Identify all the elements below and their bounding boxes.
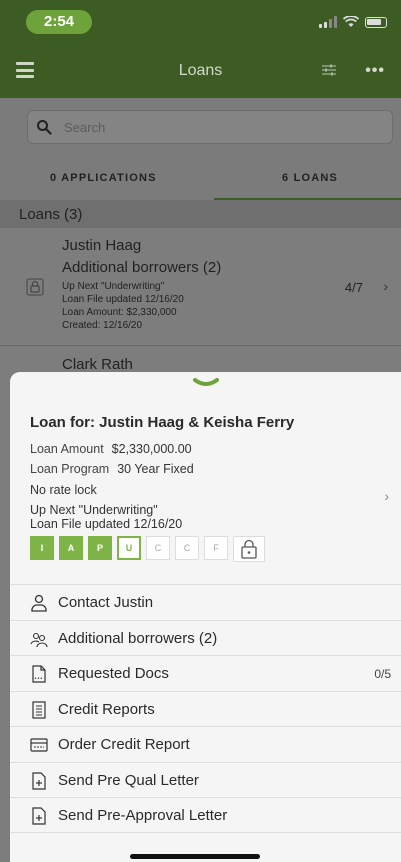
order-credit-report-button[interactable]: Order Credit Report [10, 726, 401, 762]
battery-icon [365, 16, 387, 28]
created-date: Created: 12/16/20 [62, 320, 143, 331]
up-next: Up Next "Underwriting" [30, 503, 158, 517]
file-updated: Loan File updated 12/16/20 [62, 294, 184, 305]
people-icon [30, 632, 48, 647]
tab-loans[interactable]: 6 LOANS [282, 172, 338, 184]
up-next: Up Next "Underwriting" [62, 281, 165, 292]
loan-amount-label: Loan Amount [30, 442, 104, 456]
step-a: A [59, 536, 83, 560]
step-p: P [88, 536, 112, 560]
search-icon [37, 120, 52, 135]
step-c1: C [146, 536, 170, 560]
additional-borrowers: Additional borrowers (2) [62, 259, 222, 276]
person-icon [31, 594, 47, 612]
loan-amount: Loan Amount: $2,330,000 [62, 307, 177, 318]
rate-lock-status: No rate lock [30, 483, 97, 497]
chevron-right-icon[interactable]: › [384, 488, 389, 504]
action-label: Credit Reports [58, 700, 155, 718]
nav-bar: Loans ••• [0, 44, 401, 98]
action-list: Contact Justin Additional borrowers (2) … [10, 584, 401, 833]
loan-program-label: Loan Program [30, 462, 110, 476]
segmented-tabs: 0 APPLICATIONS 6 LOANS [0, 156, 401, 201]
loan-program-value: 30 Year Fixed [117, 462, 194, 476]
chevron-right-icon: › [383, 278, 388, 294]
contact-justin-button[interactable]: Contact Justin [10, 584, 401, 620]
section-header: Loans (3) [0, 200, 401, 228]
page-title: Loans [178, 62, 223, 79]
card-icon [30, 738, 48, 752]
docs-count: 0/5 [374, 667, 391, 681]
signal-icon [319, 16, 337, 28]
filter-icon[interactable] [321, 64, 337, 76]
loan-for-title: Loan for: Justin Haag & Keisha Ferry [30, 414, 295, 431]
wifi-icon [343, 16, 359, 27]
send-pre-approval-letter-button[interactable]: Send Pre-Approval Letter [10, 797, 401, 833]
action-label: Send Pre-Approval Letter [58, 807, 228, 824]
loan-amount-row: Loan Amount $2,330,000.00 [30, 442, 192, 456]
loan-amount-value: $2,330,000.00 [111, 442, 192, 456]
letter-icon [32, 771, 46, 790]
list-item[interactable]: Justin Haag Additional borrowers (2) Up … [0, 228, 401, 346]
status-time: 2:54 [26, 10, 92, 34]
action-label: Send Pre Qual Letter [58, 771, 199, 789]
credit-reports-button[interactable]: Credit Reports [10, 690, 401, 727]
loan-program-row: Loan Program 30 Year Fixed [30, 462, 194, 476]
action-label: Contact Justin [58, 594, 154, 611]
search-bar: Search [0, 98, 401, 156]
send-pre-qual-letter-button[interactable]: Send Pre Qual Letter [10, 761, 401, 798]
loan-detail-sheet: Loan for: Justin Haag & Keisha Ferry Loa… [10, 372, 401, 862]
step-u: U [117, 536, 141, 560]
additional-borrowers-button[interactable]: Additional borrowers (2) [10, 619, 401, 656]
home-indicator[interactable] [130, 854, 260, 859]
milestone-steps: I A P U C C F [30, 536, 265, 562]
action-label: Requested Docs [58, 665, 169, 682]
borrower-name: Justin Haag [62, 237, 142, 254]
action-label: Order Credit Report [58, 736, 190, 753]
more-icon[interactable]: ••• [365, 62, 385, 80]
requested-docs-button[interactable]: ••• Requested Docs 0/5 [10, 655, 401, 691]
lock-icon[interactable] [233, 536, 265, 562]
status-icons [319, 16, 387, 28]
search-placeholder: Search [64, 120, 106, 135]
action-label: Additional borrowers (2) [58, 629, 218, 647]
svg-text:•••: ••• [34, 676, 43, 682]
search-input[interactable]: Search [27, 110, 393, 144]
step-i: I [30, 536, 54, 560]
letter-icon [32, 807, 46, 825]
status-bar: 2:54 [0, 0, 401, 44]
file-updated: Loan File updated 12/16/20 [30, 517, 183, 531]
lock-icon [26, 278, 44, 296]
chevron-down-icon[interactable] [193, 378, 219, 390]
step-f: F [204, 536, 228, 560]
report-icon [32, 700, 46, 719]
borrower-name: Clark Rath [62, 356, 133, 373]
progress-count: 4/7 [344, 280, 363, 295]
step-c2: C [175, 536, 199, 560]
section-title: Loans (3) [19, 206, 83, 223]
document-icon: ••• [32, 665, 46, 683]
tab-applications[interactable]: 0 APPLICATIONS [50, 172, 157, 184]
